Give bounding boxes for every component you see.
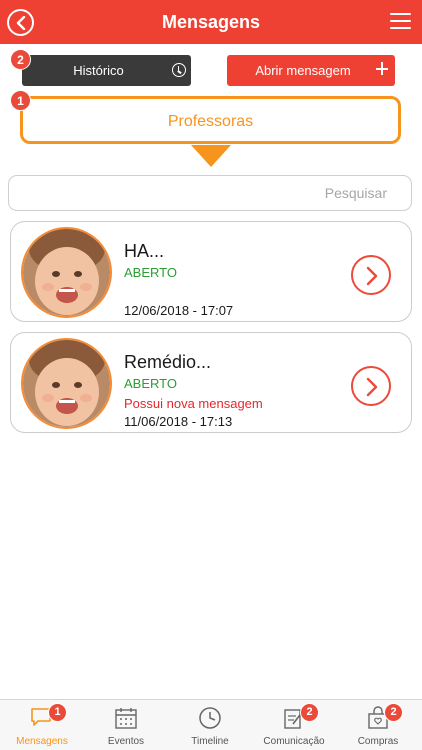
- clock-icon: [172, 63, 186, 77]
- tab-badge: 1: [10, 90, 31, 111]
- clock-timeline-icon: [199, 707, 221, 729]
- historico-button[interactable]: Histórico: [22, 55, 191, 86]
- message-card[interactable]: HA... ABERTO 12/06/2018 - 17:07: [10, 221, 412, 322]
- tab-badge: 2: [384, 703, 403, 722]
- tab-label: Timeline: [191, 736, 229, 747]
- chevron-right-icon: [366, 377, 378, 397]
- bottom-tab-bar: 1 Mensagens Eventos Timeline 2 Comunicaç…: [0, 699, 422, 750]
- tab-label: Eventos: [107, 736, 145, 747]
- open-message-button[interactable]: [351, 366, 391, 406]
- tab-comunicacao[interactable]: 2 Comunicação: [252, 700, 336, 750]
- message-datetime: 12/06/2018 - 17:07: [124, 303, 234, 318]
- chevron-right-icon: [366, 266, 378, 286]
- abrir-mensagem-label: Abrir mensagem: [255, 63, 351, 78]
- message-title: Remédio...: [124, 352, 212, 372]
- tab-timeline[interactable]: Timeline: [168, 700, 252, 750]
- avatar: [21, 227, 112, 318]
- tab-eventos[interactable]: Eventos: [84, 700, 168, 750]
- new-message-notice: Possui nova mensagem: [124, 396, 263, 411]
- search-input[interactable]: [8, 175, 412, 211]
- tab-compras[interactable]: 2 Compras: [336, 700, 420, 750]
- tab-badge: 1: [48, 703, 67, 722]
- open-message-button[interactable]: [351, 255, 391, 295]
- historico-badge: 2: [10, 49, 31, 70]
- message-title: HA...: [124, 241, 165, 261]
- tab-badge: 2: [300, 703, 319, 722]
- plus-icon: [375, 61, 389, 75]
- page-title: Mensagens: [161, 12, 261, 32]
- avatar: [21, 338, 112, 429]
- tab-professoras[interactable]: Professoras: [20, 96, 401, 144]
- tab-mensagens[interactable]: 1 Mensagens: [0, 700, 84, 750]
- message-status: ABERTO: [124, 265, 177, 280]
- tab-label: Compras: [357, 736, 399, 747]
- top-bar: Mensagens: [0, 0, 422, 44]
- historico-label: Histórico: [73, 63, 124, 78]
- calendar-icon: [115, 708, 137, 729]
- tab-label: Comunicação: [263, 736, 325, 747]
- abrir-mensagem-button[interactable]: Abrir mensagem: [227, 55, 395, 86]
- message-datetime: 11/06/2018 - 17:13: [124, 414, 233, 429]
- hamburger-menu-icon[interactable]: [390, 13, 411, 30]
- tab-professoras-label: Professoras: [167, 113, 254, 130]
- tab-pointer-arrow: [191, 145, 231, 167]
- tab-label: Mensagens: [16, 736, 68, 747]
- message-card[interactable]: Remédio... ABERTO Possui nova mensagem 1…: [10, 332, 412, 433]
- message-status: ABERTO: [124, 376, 177, 391]
